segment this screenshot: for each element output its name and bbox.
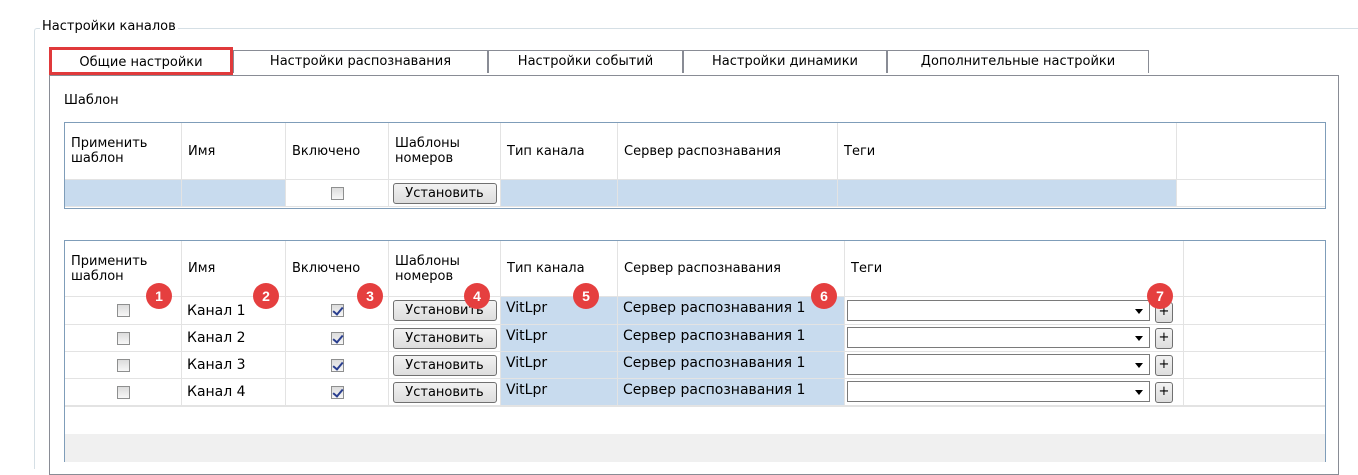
filler-cell [1184, 352, 1325, 379]
template-enabled-cell [286, 180, 389, 207]
table-row-enabled-cell [286, 379, 389, 406]
callout-badge-6: 6 [811, 283, 837, 309]
col-header-number-templates[interactable]: Шаблоны номеров [389, 123, 501, 180]
template-grid: Применить шаблон Имя Включено Шаблоны но… [64, 122, 1326, 209]
tags-combobox[interactable] [847, 381, 1150, 402]
set-number-templates-button[interactable]: Установить [392, 381, 497, 403]
enabled-checkbox[interactable] [330, 331, 344, 345]
channels-grid: Применить шаблон Имя Включено Шаблоны но… [64, 240, 1326, 462]
template-set-button[interactable]: Установить [392, 182, 497, 204]
group-title: Настройки каналов [40, 18, 178, 36]
col-header-recognition-server[interactable]: Сервер распознавания [618, 123, 838, 180]
col-header-tags[interactable]: Теги [845, 241, 1184, 297]
apply-template-checkbox[interactable] [116, 358, 130, 372]
col-header-apply[interactable]: Применить шаблон [65, 123, 182, 180]
col-header-recognition-server[interactable]: Сервер распознавания [618, 241, 845, 297]
table-row-number-cell: Установить [389, 352, 501, 379]
table-row-enabled-cell [286, 352, 389, 379]
tags-combobox[interactable] [847, 354, 1150, 375]
template-server-cell[interactable] [618, 180, 838, 207]
template-filler-cell [1177, 180, 1325, 207]
chevron-down-icon[interactable] [1135, 363, 1143, 368]
tags-combobox[interactable] [847, 300, 1150, 321]
callout-badge-4: 4 [464, 283, 490, 309]
apply-template-checkbox[interactable] [116, 304, 130, 317]
apply-template-checkbox[interactable] [116, 331, 130, 345]
template-tags-cell[interactable] [838, 180, 1177, 207]
enabled-checkbox[interactable] [330, 385, 344, 399]
enabled-checkbox[interactable] [330, 304, 344, 317]
channel-type-cell[interactable]: VitLpr [501, 297, 618, 325]
recognition-server-cell[interactable]: Сервер распознавания 1 [618, 325, 845, 352]
table-row-number-cell: Установить [389, 379, 501, 406]
set-number-templates-button[interactable]: Установить [392, 327, 497, 349]
chevron-down-icon[interactable] [1135, 390, 1143, 395]
tab-recognition[interactable]: Настройки распознавания [233, 50, 488, 73]
table-row-apply-cell [65, 379, 182, 406]
callout-badge-2: 2 [253, 283, 279, 309]
recognition-server-cell[interactable]: Сервер распознавания 1 [618, 297, 845, 325]
callout-badge-7: 7 [1147, 283, 1173, 309]
add-tag-button[interactable]: + [1155, 328, 1173, 349]
chevron-down-icon[interactable] [1135, 309, 1143, 314]
tab-dynamics[interactable]: Настройки динамики [683, 50, 887, 73]
col-header-enabled[interactable]: Включено [286, 123, 389, 180]
add-tag-button[interactable]: + [1155, 355, 1173, 376]
template-name-cell[interactable] [182, 180, 286, 207]
table-row-apply-cell [65, 352, 182, 379]
channel-name-cell[interactable]: Канал 4 [182, 379, 286, 406]
channel-type-cell[interactable]: VitLpr [501, 352, 618, 379]
channel-type-cell[interactable]: VitLpr [501, 379, 618, 406]
add-tag-button[interactable]: + [1155, 382, 1173, 403]
template-label: Шаблон [64, 93, 119, 108]
apply-template-checkbox[interactable] [116, 385, 130, 399]
filler-cell [1184, 297, 1325, 325]
tags-combobox[interactable] [847, 327, 1150, 348]
col-header-filler [1177, 123, 1325, 180]
filler-cell [1184, 325, 1325, 352]
chevron-down-icon[interactable] [1135, 336, 1143, 341]
recognition-server-cell[interactable]: Сервер распознавания 1 [618, 379, 845, 406]
table-row-number-cell: Установить [389, 325, 501, 352]
col-header-tags[interactable]: Теги [838, 123, 1177, 180]
template-type-cell[interactable] [501, 180, 618, 207]
grid-scroll-area [65, 434, 1325, 462]
callout-badge-3: 3 [357, 283, 383, 309]
channel-name-cell[interactable]: Канал 3 [182, 352, 286, 379]
tab-events[interactable]: Настройки событий [488, 50, 683, 73]
callout-badge-1: 1 [146, 283, 172, 309]
set-number-templates-button[interactable]: Установить [392, 354, 497, 376]
enabled-checkbox[interactable] [330, 358, 344, 372]
table-row-apply-cell [65, 325, 182, 352]
tab-additional[interactable]: Дополнительные настройки [887, 50, 1149, 73]
col-header-channel-type[interactable]: Тип канала [501, 123, 618, 180]
template-apply-cell[interactable] [65, 180, 182, 207]
table-row-enabled-cell [286, 325, 389, 352]
col-header-filler [1184, 241, 1325, 297]
col-header-channel-type[interactable]: Тип канала [501, 241, 618, 297]
template-number-cell: Установить [389, 180, 501, 207]
recognition-server-cell[interactable]: Сервер распознавания 1 [618, 352, 845, 379]
filler-cell [1184, 379, 1325, 406]
tab-general[interactable]: Общие настройки [49, 47, 233, 75]
callout-badge-5: 5 [573, 283, 599, 309]
channel-type-cell[interactable]: VitLpr [501, 325, 618, 352]
col-header-name[interactable]: Имя [182, 123, 286, 180]
template-enabled-checkbox[interactable] [330, 186, 344, 200]
channel-name-cell[interactable]: Канал 2 [182, 325, 286, 352]
